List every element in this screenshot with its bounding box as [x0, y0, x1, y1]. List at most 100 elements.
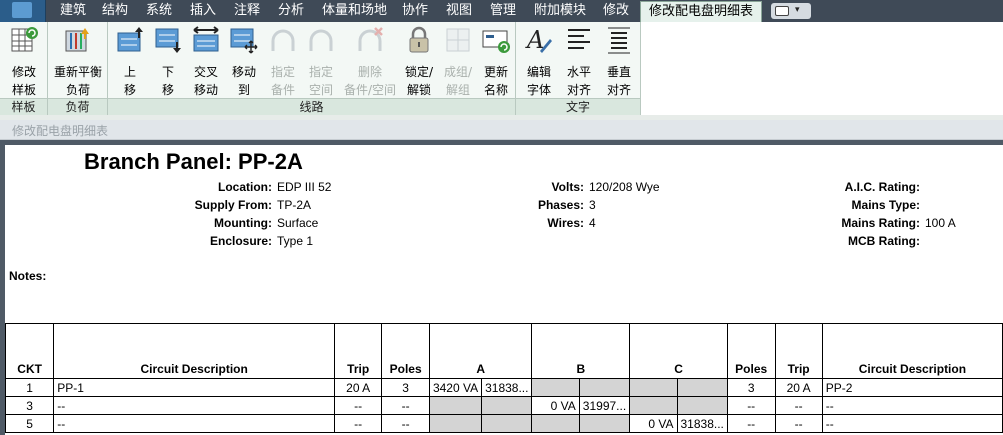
tab-manage[interactable]: 管理	[490, 0, 516, 22]
cell-phase-b-left[interactable]	[531, 414, 580, 433]
field-enclosure[interactable]: Enclosure: Type 1	[155, 234, 313, 248]
cell-phase-a-right[interactable]: 31838...	[481, 378, 533, 397]
cell-phase-b-right[interactable]: 31997...	[578, 396, 631, 415]
field-phases[interactable]: Phases: 3	[485, 198, 596, 212]
header-trip[interactable]: Trip	[334, 323, 383, 379]
cell-phase-a-right[interactable]	[481, 414, 533, 433]
cell-trip-right[interactable]: --	[774, 396, 823, 415]
field-phases-value[interactable]: 3	[589, 198, 596, 212]
cell-phase-c-left[interactable]: 0 VA	[629, 414, 678, 433]
tab-massing-site[interactable]: 体量和场地	[322, 0, 387, 22]
header-phase-a[interactable]: A	[428, 323, 533, 379]
field-volts-value[interactable]: 120/208 Wye	[589, 180, 660, 194]
header-circuit-description[interactable]: Circuit Description	[53, 323, 336, 379]
cell-circuit-description-right[interactable]: --	[821, 396, 1003, 415]
tab-analyze[interactable]: 分析	[278, 0, 304, 22]
cell-phase-c-right[interactable]	[676, 396, 728, 415]
assign-space-button[interactable]: 指定 空间	[306, 25, 336, 97]
cell-phase-c-right[interactable]	[676, 378, 728, 397]
rebalance-loads-button[interactable]: 重新平衡 负荷	[54, 25, 102, 97]
ribbon-display-toggle[interactable]: ▾	[771, 3, 811, 19]
tab-add-ins[interactable]: 附加模块	[534, 0, 586, 22]
cell-phase-c-right[interactable]: 31838...	[676, 414, 728, 433]
tab-structure[interactable]: 结构	[102, 0, 128, 22]
table-row[interactable]: 3 -- -- -- 0 VA 31997... -- -- --	[5, 396, 1003, 415]
cell-phase-b-left[interactable]: 0 VA	[531, 396, 580, 415]
cell-circuit-description-right[interactable]: PP-2	[821, 378, 1003, 397]
field-mcb-rating[interactable]: MCB Rating:	[795, 234, 925, 248]
field-location-value[interactable]: EDP III 52	[277, 180, 331, 194]
cell-poles-right[interactable]: 3	[726, 378, 776, 397]
cell-trip[interactable]: --	[334, 396, 383, 415]
cell-phase-a-right[interactable]	[481, 396, 533, 415]
field-wires[interactable]: Wires: 4	[485, 216, 596, 230]
field-mounting[interactable]: Mounting: Surface	[155, 216, 318, 230]
cell-trip[interactable]: --	[334, 414, 383, 433]
header-phase-c[interactable]: C	[629, 323, 728, 379]
tab-view[interactable]: 视图	[446, 0, 472, 22]
cell-phase-b-left[interactable]	[531, 378, 580, 397]
header-poles[interactable]: Poles	[381, 323, 430, 379]
panel-schedule-view[interactable]: Branch Panel: PP-2A Location: EDP III 52 …	[0, 145, 1003, 435]
header-phase-b[interactable]: B	[531, 323, 631, 379]
cell-poles[interactable]: --	[381, 396, 430, 415]
cell-trip[interactable]: 20 A	[334, 378, 383, 397]
cell-circuit-description-right[interactable]: --	[821, 414, 1003, 433]
field-location[interactable]: Location: EDP III 52	[155, 180, 331, 194]
move-to-button[interactable]: 移动 到	[228, 25, 260, 97]
cell-circuit-description[interactable]: --	[53, 414, 336, 433]
field-supply-from-value[interactable]: TP-2A	[277, 198, 311, 212]
cell-poles[interactable]: --	[381, 414, 430, 433]
cell-poles[interactable]: 3	[381, 378, 430, 397]
cell-circuit-description[interactable]: --	[53, 396, 336, 415]
table-row[interactable]: 5 -- -- -- 0 VA 31838... -- -- --	[5, 414, 1003, 433]
cell-ckt[interactable]: 1	[5, 378, 55, 397]
cell-phase-a-left[interactable]	[428, 396, 483, 415]
field-mains-rating-value[interactable]: 100 A	[925, 216, 956, 230]
cell-phase-a-left[interactable]	[428, 414, 483, 433]
field-mains-type[interactable]: Mains Type:	[795, 198, 925, 212]
assign-spare-button[interactable]: 指定 备件	[268, 25, 298, 97]
group-ungroup-button[interactable]: 成组/ 解组	[442, 25, 474, 97]
update-names-button[interactable]: 更新 名称	[480, 25, 512, 97]
tab-systems[interactable]: 系统	[146, 0, 172, 22]
cell-poles-right[interactable]: --	[726, 396, 776, 415]
cell-trip-right[interactable]: 20 A	[774, 378, 823, 397]
cell-trip-right[interactable]: --	[774, 414, 823, 433]
move-up-button[interactable]: 上 移	[114, 25, 146, 97]
field-aic-rating[interactable]: A.I.C. Rating:	[795, 180, 925, 194]
cell-phase-c-left[interactable]	[629, 378, 678, 397]
field-volts[interactable]: Volts: 120/208 Wye	[485, 180, 660, 194]
application-menu-button[interactable]	[0, 0, 46, 22]
move-across-button[interactable]: 交叉 移动	[190, 25, 222, 97]
cell-phase-a-left[interactable]: 3420 VA	[428, 378, 483, 397]
field-enclosure-value[interactable]: Type 1	[277, 234, 313, 248]
table-row[interactable]: 1 PP-1 20 A 3 3420 VA 31838... 3 20 A PP…	[5, 378, 1003, 397]
modify-template-button[interactable]: 修改 样板	[4, 25, 44, 97]
lock-unlock-button[interactable]: 锁定/ 解锁	[402, 25, 436, 97]
horizontal-align-button[interactable]: 水平 对齐	[562, 25, 596, 97]
header-poles-right[interactable]: Poles	[726, 323, 776, 379]
field-supply-from[interactable]: Supply From: TP-2A	[155, 198, 311, 212]
tab-insert[interactable]: 插入	[190, 0, 216, 22]
cell-ckt[interactable]: 3	[5, 396, 55, 415]
delete-spare-space-button[interactable]: 删除 备件/空间	[344, 25, 396, 97]
move-down-button[interactable]: 下 移	[152, 25, 184, 97]
cell-phase-b-right[interactable]	[578, 378, 631, 397]
header-circuit-description-right[interactable]: Circuit Description	[821, 323, 1003, 379]
cell-phase-c-left[interactable]	[629, 396, 678, 415]
tab-annotate[interactable]: 注释	[234, 0, 260, 22]
vertical-align-button[interactable]: 垂直 对齐	[602, 25, 636, 97]
header-ckt[interactable]: CKT	[5, 323, 55, 379]
field-mounting-value[interactable]: Surface	[277, 216, 318, 230]
tab-collaborate[interactable]: 协作	[402, 0, 428, 22]
tab-modify-panel-schedule[interactable]: 修改配电盘明细表	[640, 1, 763, 22]
cell-circuit-description[interactable]: PP-1	[53, 378, 336, 397]
tab-modify[interactable]: 修改	[603, 0, 629, 22]
edit-font-button[interactable]: A 编辑 字体	[522, 25, 556, 97]
field-wires-value[interactable]: 4	[589, 216, 596, 230]
schedule-title[interactable]: Branch Panel: PP-2A	[84, 149, 303, 175]
cell-phase-b-right[interactable]	[578, 414, 631, 433]
header-trip-right[interactable]: Trip	[774, 323, 823, 379]
field-mains-rating[interactable]: Mains Rating: 100 A	[795, 216, 956, 230]
